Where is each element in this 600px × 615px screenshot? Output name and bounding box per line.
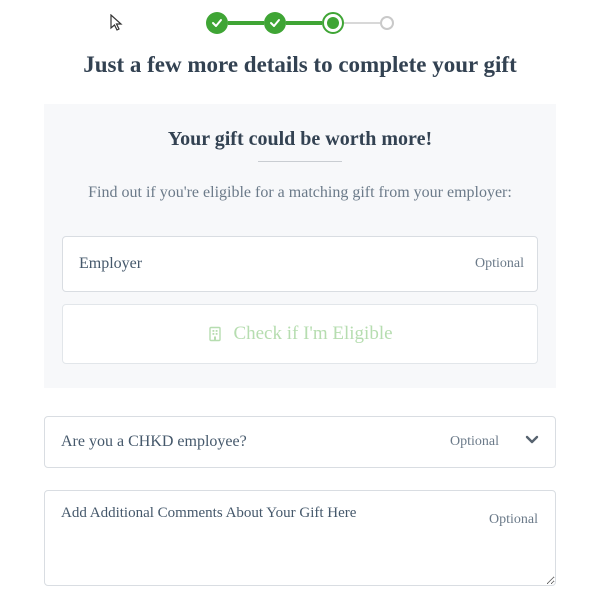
- progress-step-4: [380, 16, 394, 30]
- comments-field-wrap: Optional: [44, 490, 556, 591]
- comments-textarea[interactable]: [44, 490, 556, 586]
- building-icon: [207, 326, 223, 342]
- panel-heading: Your gift could be worth more!: [62, 128, 538, 151]
- chkd-employee-select[interactable]: Are you a CHKD employee? Optional: [44, 416, 556, 468]
- progress-step-1: [206, 12, 228, 34]
- page-title: Just a few more details to complete your…: [0, 52, 600, 78]
- divider: [258, 161, 342, 162]
- progress-line: [286, 21, 322, 25]
- progress-line: [228, 21, 264, 25]
- progress-step-2: [264, 12, 286, 34]
- select-label: Are you a CHKD employee?: [61, 433, 247, 451]
- check-eligibility-label: Check if I'm Eligible: [233, 323, 392, 345]
- progress-line: [344, 22, 380, 24]
- matching-gift-panel: Your gift could be worth more! Find out …: [44, 104, 556, 388]
- check-eligibility-button[interactable]: Check if I'm Eligible: [62, 304, 538, 364]
- panel-subheading: Find out if you're eligible for a matchi…: [62, 184, 538, 202]
- progress-step-3-current: [322, 12, 344, 34]
- chevron-down-icon: [523, 431, 541, 454]
- check-icon: [211, 17, 223, 29]
- progress-stepper: [0, 12, 600, 34]
- employer-input[interactable]: [62, 236, 538, 292]
- optional-label: Optional: [450, 434, 499, 450]
- check-icon: [269, 17, 281, 29]
- employer-field-wrap: Optional: [62, 236, 538, 292]
